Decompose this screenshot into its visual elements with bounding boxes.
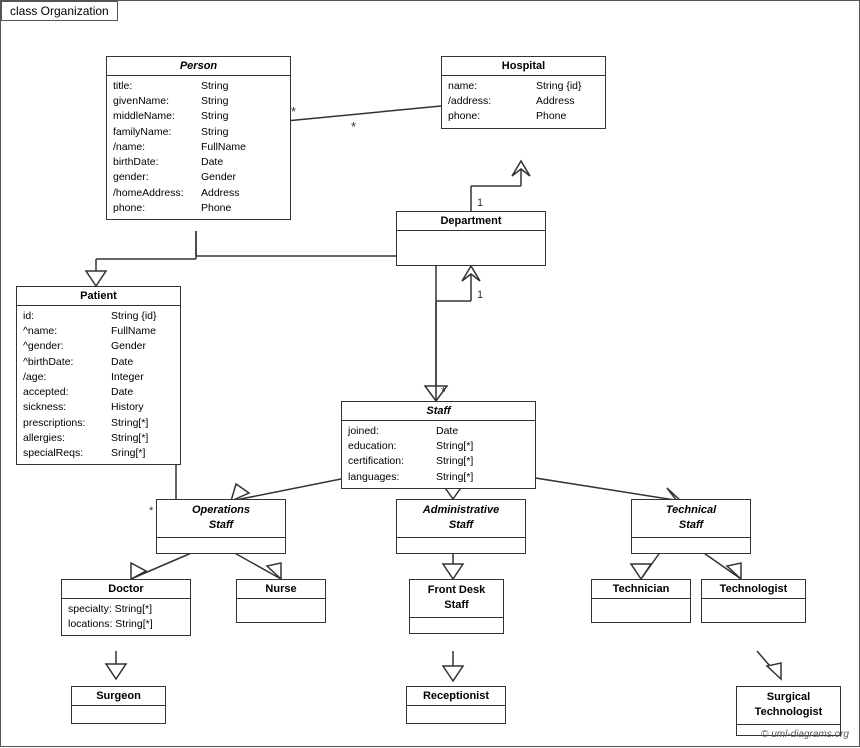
administrative-staff-title: AdministrativeStaff (397, 500, 525, 538)
technician-title: Technician (592, 580, 690, 599)
diagram-container: class Organization 1 * * (0, 0, 860, 747)
person-title: Person (107, 57, 290, 76)
department-title: Department (397, 212, 545, 231)
person-attrs: title:String givenName:String middleName… (107, 76, 290, 219)
patient-title: Patient (17, 287, 180, 306)
receptionist-title: Receptionist (407, 687, 505, 706)
receptionist-class: Receptionist (406, 686, 506, 724)
person-class: Person title:String givenName:String mid… (106, 56, 291, 220)
patient-attrs: id:String {id} ^name:FullName ^gender:Ge… (17, 306, 180, 464)
doctor-attrs: specialty: String[*] locations: String[*… (62, 599, 190, 635)
technologist-class: Technologist (701, 579, 806, 623)
svg-text:*: * (351, 119, 356, 134)
surgeon-title: Surgeon (72, 687, 165, 706)
technical-staff-class: TechnicalStaff (631, 499, 751, 554)
technician-class: Technician (591, 579, 691, 623)
staff-title: Staff (342, 402, 535, 421)
hospital-attrs: name:String {id} /address:Address phone:… (442, 76, 605, 128)
nurse-title: Nurse (237, 580, 325, 599)
department-attrs (397, 231, 545, 249)
svg-text:*: * (149, 505, 154, 517)
nurse-class: Nurse (236, 579, 326, 623)
svg-text:1: 1 (477, 197, 483, 209)
staff-class: Staff joined:Date education:String[*] ce… (341, 401, 536, 489)
technical-staff-title: TechnicalStaff (632, 500, 750, 538)
svg-text:1: 1 (477, 289, 483, 301)
department-class: Department (396, 211, 546, 266)
surgeon-class: Surgeon (71, 686, 166, 724)
doctor-title: Doctor (62, 580, 190, 599)
hospital-title: Hospital (442, 57, 605, 76)
svg-text:*: * (291, 104, 296, 119)
staff-attrs: joined:Date education:String[*] certific… (342, 421, 535, 488)
front-desk-staff-title: Front DeskStaff (410, 580, 503, 618)
doctor-class: Doctor specialty: String[*] locations: S… (61, 579, 191, 636)
patient-class: Patient id:String {id} ^name:FullName ^g… (16, 286, 181, 465)
diagram-title: class Organization (1, 1, 118, 21)
copyright: © uml-diagrams.org (761, 729, 849, 740)
technologist-title: Technologist (702, 580, 805, 599)
svg-text:*: * (441, 384, 446, 399)
surgical-technologist-title: SurgicalTechnologist (737, 687, 840, 725)
hospital-class: Hospital name:String {id} /address:Addre… (441, 56, 606, 129)
administrative-staff-class: AdministrativeStaff (396, 499, 526, 554)
operations-staff-class: OperationsStaff (156, 499, 286, 554)
operations-staff-title: OperationsStaff (157, 500, 285, 538)
front-desk-staff-class: Front DeskStaff (409, 579, 504, 634)
